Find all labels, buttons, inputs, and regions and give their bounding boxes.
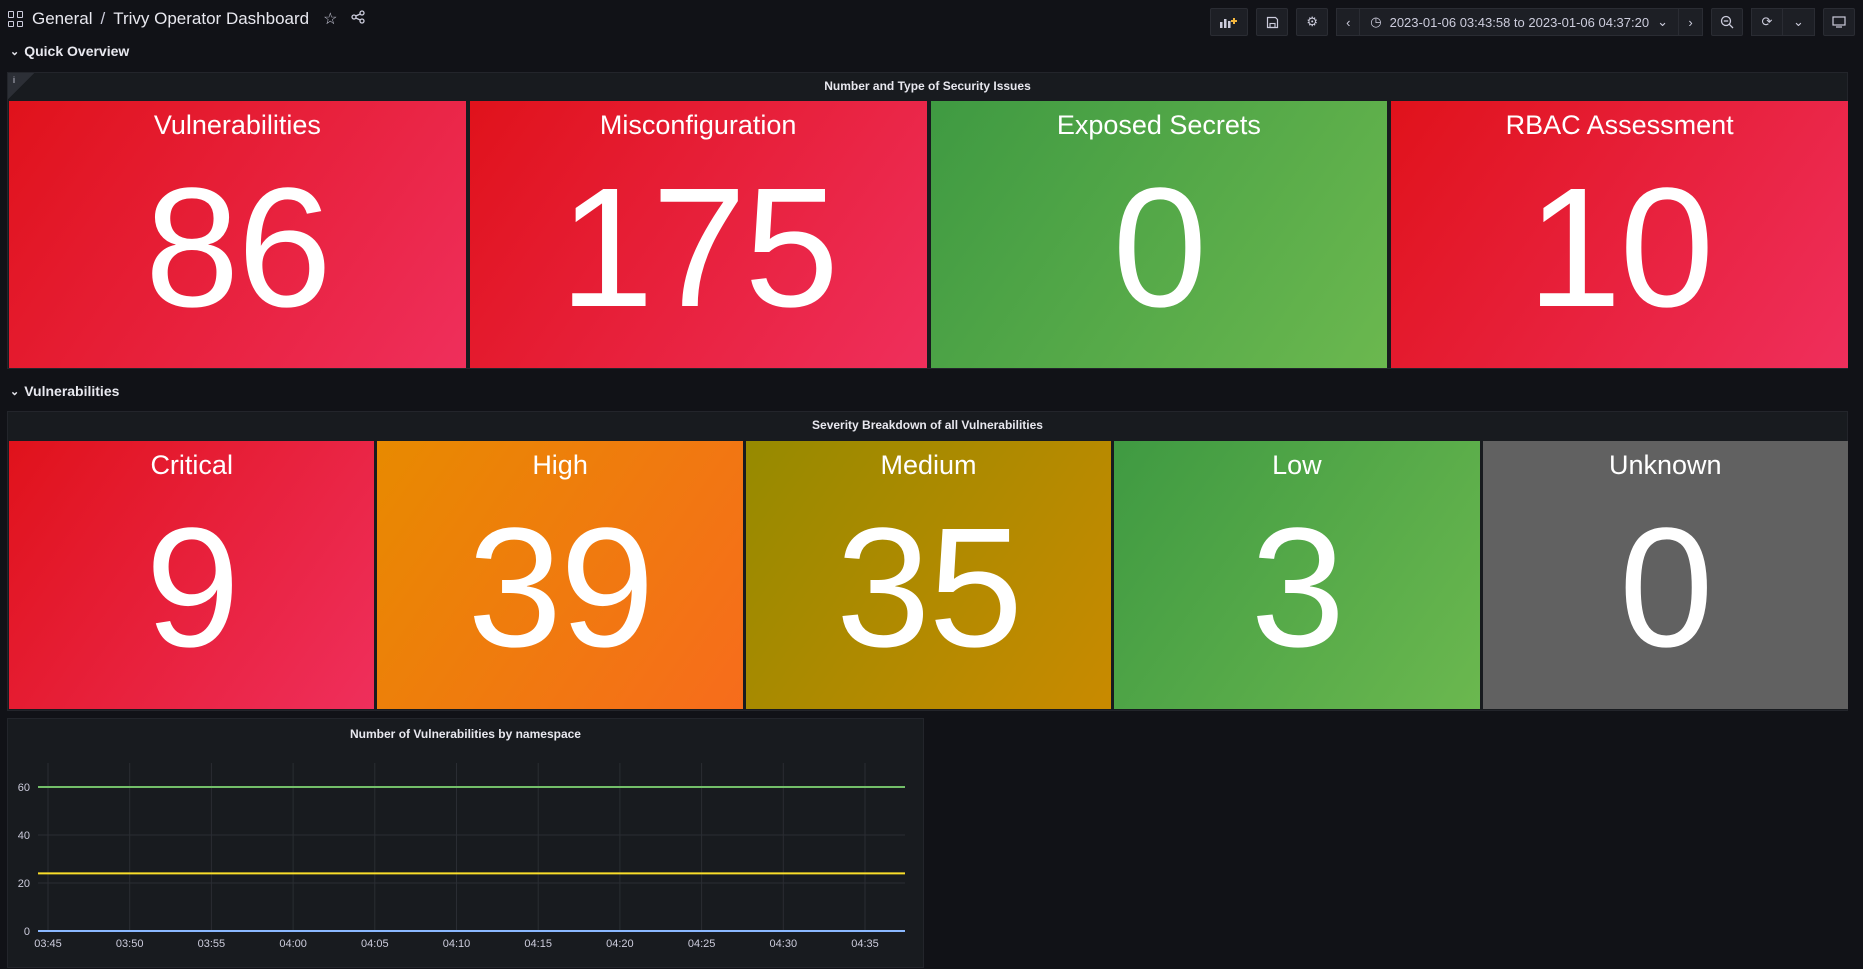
chevron-right-icon: › [1688,14,1693,30]
stat-value: 35 [835,493,1023,683]
add-panel-icon [1220,18,1238,28]
stat-value: 86 [144,153,332,343]
monitor-icon [1832,16,1846,28]
dashboard-settings-button[interactable]: ⚙ [1296,8,1329,36]
row-vulnerabilities[interactable]: ⌄ Vulnerabilities [10,383,119,399]
zoom-out-icon [1720,15,1734,29]
time-shift-forward-button[interactable]: › [1679,8,1703,36]
time-range-text: 2023-01-06 03:43:58 to 2023-01-06 04:37:… [1389,14,1650,30]
x-tick-label: 03:45 [34,938,62,950]
stat-value: 39 [467,493,655,683]
stat-value: 9 [145,493,240,683]
panel-title[interactable]: Number and Type of Security Issues [8,73,1847,99]
stat-label: High [532,450,588,480]
star-icon[interactable]: ☆ [323,9,337,29]
x-tick-label: 04:30 [770,938,798,950]
breadcrumb-folder[interactable]: General [32,9,92,29]
x-tick-label: 04:15 [524,938,552,950]
row-title: Quick Overview [24,43,130,59]
x-tick-label: 04:00 [279,938,307,950]
y-tick-label: 20 [18,878,30,890]
stat-label: Medium [880,450,977,480]
stat-tile-critical[interactable]: Critical 9 [9,441,375,709]
breadcrumb-separator: / [100,9,106,28]
info-icon[interactable]: i [8,73,34,99]
refresh-button[interactable]: ⟳ [1751,8,1783,36]
stat-label: Misconfiguration [599,110,797,140]
x-tick-label: 04:25 [688,938,716,950]
zoom-out-button[interactable] [1711,8,1743,36]
vulnerabilities-by-namespace-chart[interactable]: 0 20 40 60 03:45 03:50 03:55 04:00 04:05 04:10 04:… [8,745,925,969]
stat-tile-low[interactable]: Low 3 [1114,441,1480,709]
time-shift-back-button[interactable]: ‹ [1336,8,1361,36]
clock-icon: ◷ [1370,14,1382,29]
stat-value: 3 [1250,493,1346,683]
stat-tile-medium[interactable]: Medium 35 [745,441,1112,709]
stat-label: Vulnerabilities [153,110,321,140]
save-dashboard-button[interactable] [1256,8,1289,36]
stat-label: Critical [150,450,233,480]
breadcrumb: General / Trivy Operator Dashboard ☆ [8,9,366,29]
x-tick-label: 04:20 [606,938,634,950]
add-panel-button[interactable] [1210,8,1249,36]
x-tick-label: 04:05 [361,938,389,950]
stat-value: 10 [1527,153,1714,343]
stat-label: Exposed Secrets [1056,110,1261,140]
save-icon [1266,16,1278,28]
dashboards-grid-icon[interactable] [8,11,24,27]
stat-label: Unknown [1609,450,1722,480]
stat-tile-misconfiguration[interactable]: Misconfiguration 175 [469,101,927,368]
x-tick-label: 03:50 [116,938,144,950]
stat-value: 0 [1112,153,1208,343]
stat-tile-unknown[interactable]: Unknown 0 [1482,441,1848,709]
stat-label: Low [1272,450,1322,480]
view-mode-button[interactable] [1823,8,1855,36]
y-tick-label: 40 [18,830,30,842]
chevron-down-icon: ⌄ [1793,14,1804,29]
stat-value: 0 [1619,493,1714,683]
top-navbar: General / Trivy Operator Dashboard ☆ ⚙ ‹… [0,0,1863,42]
time-picker-group: ‹ ◷ 2023-01-06 03:43:58 to 2023-01-06 04… [1336,8,1703,36]
time-range-picker[interactable]: ◷ 2023-01-06 03:43:58 to 2023-01-06 04:3… [1360,8,1679,36]
chevron-down-icon: ⌄ [10,45,20,58]
refresh-interval-dropdown[interactable]: ⌄ [1783,8,1815,36]
chevron-left-icon: ‹ [1346,14,1351,30]
stat-tile-rbac-assessment[interactable]: RBAC Assessment 10 [1391,101,1848,368]
refresh-group: ⟳ ⌄ [1751,8,1815,36]
gear-icon: ⚙ [1306,14,1319,29]
stat-label: RBAC Assessment [1505,110,1734,140]
x-tick-label: 03:55 [198,938,226,950]
x-tick-label: 04:35 [851,938,879,950]
namespace-chart-panel: Number of Vulnerabilities by namespace 0… [7,718,924,968]
stat-tile-high[interactable]: High 39 [377,441,743,709]
chevron-down-icon: ⌄ [1657,14,1668,29]
chevron-down-icon: ⌄ [10,385,20,398]
row-title: Vulnerabilities [24,383,120,399]
dashboard-title[interactable]: Trivy Operator Dashboard [113,9,309,29]
x-tick-label: 04:10 [443,938,471,950]
stat-tile-exposed-secrets[interactable]: Exposed Secrets 0 [930,101,1388,368]
refresh-icon: ⟳ [1761,14,1773,29]
stat-tile-vulnerabilities[interactable]: Vulnerabilities 86 [9,101,466,368]
y-tick-label: 0 [24,926,30,938]
toolbar: ⚙ ‹ ◷ 2023-01-06 03:43:58 to 2023-01-06 … [1210,8,1855,36]
stat-value: 175 [559,153,839,343]
share-icon[interactable] [351,9,366,29]
y-tick-label: 60 [18,782,30,794]
panel-title[interactable]: Severity Breakdown of all Vulnerabilitie… [8,412,1847,438]
row-quick-overview[interactable]: ⌄ Quick Overview [10,43,129,59]
